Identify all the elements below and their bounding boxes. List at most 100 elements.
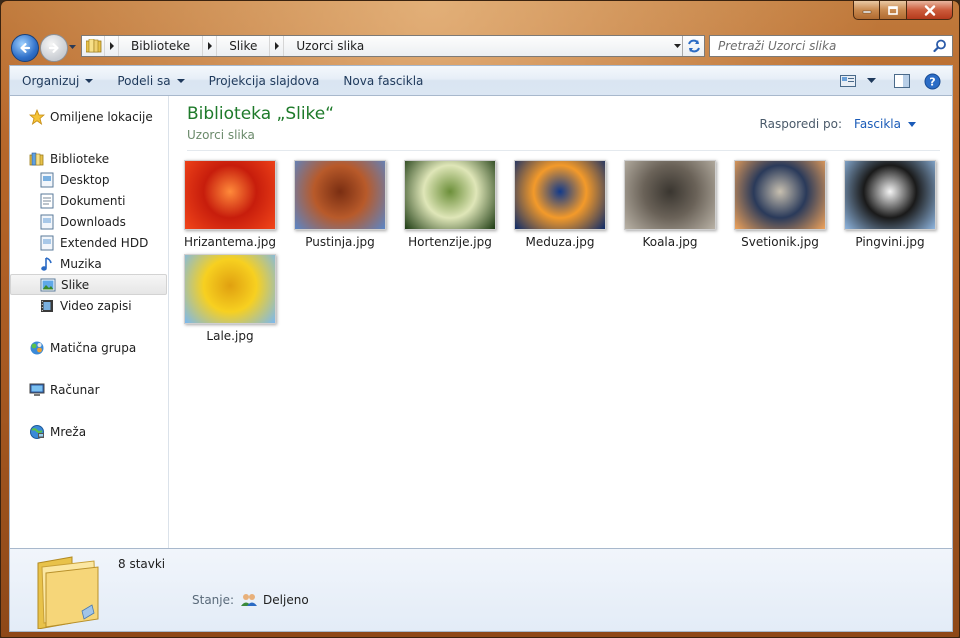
image-thumbnail xyxy=(294,160,386,230)
image-thumbnail xyxy=(184,254,276,324)
maximize-button[interactable] xyxy=(880,1,907,20)
nav-homegroup[interactable]: Matična grupa xyxy=(29,337,167,358)
dropdown-arrow-icon[interactable] xyxy=(908,121,916,127)
chevron-right-icon xyxy=(274,42,279,50)
libraries-icon xyxy=(29,151,45,167)
state-label: Stanje: xyxy=(192,593,235,607)
organize-menu[interactable]: Organizuj xyxy=(10,66,105,95)
nav-item-downloads[interactable]: Downloads xyxy=(39,211,167,232)
maximize-icon xyxy=(888,5,898,15)
svg-text:?: ? xyxy=(929,75,935,88)
address-dropdown-icon[interactable] xyxy=(673,41,682,50)
network-icon xyxy=(29,424,45,440)
image-thumbnail xyxy=(514,160,606,230)
video-icon xyxy=(39,298,55,314)
preview-pane-button[interactable] xyxy=(890,70,914,92)
library-folder-icon xyxy=(86,39,102,53)
file-name: Koala.jpg xyxy=(642,235,698,249)
nav-item-label: Downloads xyxy=(60,214,126,229)
nav-favorites-label: Omiljene lokacije xyxy=(50,109,153,124)
arrow-right-icon xyxy=(48,43,59,53)
nav-computer[interactable]: Računar xyxy=(29,379,167,400)
help-button[interactable]: ? xyxy=(920,70,944,92)
change-view-button[interactable] xyxy=(836,70,860,92)
dropdown-arrow-icon xyxy=(85,78,94,83)
breadcrumb-separator[interactable] xyxy=(269,36,285,56)
navigation-bar: Biblioteke Slike Uzorci slika xyxy=(9,31,953,63)
shared-users-icon xyxy=(241,594,258,606)
slideshow-button[interactable]: Projekcija slajdova xyxy=(197,66,332,95)
nav-item-label: Video zapisi xyxy=(60,298,132,313)
address-bar[interactable]: Biblioteke Slike Uzorci slika xyxy=(81,35,705,57)
library-item-icon xyxy=(39,235,55,251)
forward-button[interactable] xyxy=(40,34,68,62)
nav-item-label: Muzika xyxy=(60,256,102,271)
breadcrumb-biblioteke[interactable]: Biblioteke xyxy=(119,39,202,53)
refresh-icon xyxy=(687,39,700,53)
view-options-dropdown[interactable] xyxy=(866,70,876,92)
file-item[interactable]: Koala.jpg xyxy=(620,160,720,249)
document-icon xyxy=(39,193,55,209)
close-button[interactable] xyxy=(907,1,953,20)
view-icon xyxy=(840,75,856,87)
explorer-window: Biblioteke Slike Uzorci slika Organizuj … xyxy=(0,0,960,638)
file-name: Meduza.jpg xyxy=(525,235,595,249)
nav-item-label: Slike xyxy=(61,277,90,292)
arrange-by-value[interactable]: Fascikla xyxy=(854,117,901,131)
refresh-button[interactable] xyxy=(682,36,704,56)
file-item[interactable]: Hrizantema.jpg xyxy=(180,160,280,249)
nav-favorites[interactable]: Omiljene lokacije xyxy=(29,106,167,127)
header-divider xyxy=(187,150,940,151)
nav-libraries[interactable]: Biblioteke xyxy=(29,148,167,169)
library-title: Biblioteka „Slike“ xyxy=(187,104,335,124)
organize-label: Organizuj xyxy=(22,73,80,88)
dropdown-arrow-icon xyxy=(176,78,185,83)
share-with-menu[interactable]: Podeli sa xyxy=(105,66,196,95)
arrange-by: Rasporedi po: Fascikla xyxy=(760,117,916,131)
file-name: Svetionik.jpg xyxy=(741,235,819,249)
file-item[interactable]: Lale.jpg xyxy=(180,254,280,343)
toolbar-right-group: ? xyxy=(836,70,944,92)
file-item[interactable]: Hortenzije.jpg xyxy=(400,160,500,249)
nav-item-desktop[interactable]: Desktop xyxy=(39,169,167,190)
file-item[interactable]: Pustinja.jpg xyxy=(290,160,390,249)
file-item[interactable]: Meduza.jpg xyxy=(510,160,610,249)
back-button[interactable] xyxy=(11,34,39,62)
help-icon: ? xyxy=(924,73,940,89)
state-value: Deljeno xyxy=(263,593,309,607)
slideshow-label: Projekcija slajdova xyxy=(208,73,320,88)
star-icon xyxy=(29,108,45,125)
breadcrumb-separator[interactable] xyxy=(104,36,119,56)
search-icon[interactable] xyxy=(933,39,947,53)
breadcrumb-uzorci-slika[interactable]: Uzorci slika xyxy=(284,39,376,53)
search-input[interactable] xyxy=(716,38,930,54)
library-item-icon xyxy=(39,214,55,230)
folder-icon xyxy=(37,556,99,629)
nav-item-dokumenti[interactable]: Dokumenti xyxy=(39,190,167,211)
image-thumbnail xyxy=(184,160,276,230)
minimize-button[interactable] xyxy=(853,1,880,20)
file-item[interactable]: Svetionik.jpg xyxy=(730,160,830,249)
image-thumbnail xyxy=(734,160,826,230)
search-box[interactable] xyxy=(709,35,953,57)
pictures-icon xyxy=(40,277,56,293)
nav-item-extended-hdd[interactable]: Extended HDD xyxy=(39,232,167,253)
breadcrumb-separator[interactable] xyxy=(202,36,218,56)
close-icon xyxy=(924,4,935,16)
library-item-icon xyxy=(39,172,55,188)
new-folder-button[interactable]: Nova fascikla xyxy=(331,66,435,95)
navigation-pane: Omiljene lokacije Biblioteke Desktop Dok… xyxy=(10,96,169,548)
explorer-content: Omiljene lokacije Biblioteke Desktop Dok… xyxy=(9,96,953,548)
recent-pages-dropdown-icon[interactable] xyxy=(68,42,77,51)
nav-item-label: Dokumenti xyxy=(60,193,126,208)
breadcrumb-slike[interactable]: Slike xyxy=(217,39,269,53)
nav-item-muzika[interactable]: Muzika xyxy=(39,253,167,274)
nav-item-slike[interactable]: Slike xyxy=(10,274,167,295)
nav-item-label: Extended HDD xyxy=(60,235,149,250)
nav-network[interactable]: Mreža xyxy=(29,421,167,442)
share-with-label: Podeli sa xyxy=(117,73,171,88)
homegroup-icon xyxy=(29,340,45,356)
file-item[interactable]: Pingvini.jpg xyxy=(840,160,940,249)
nav-item-video-zapisi[interactable]: Video zapisi xyxy=(39,295,167,316)
nav-network-label: Mreža xyxy=(50,424,87,439)
